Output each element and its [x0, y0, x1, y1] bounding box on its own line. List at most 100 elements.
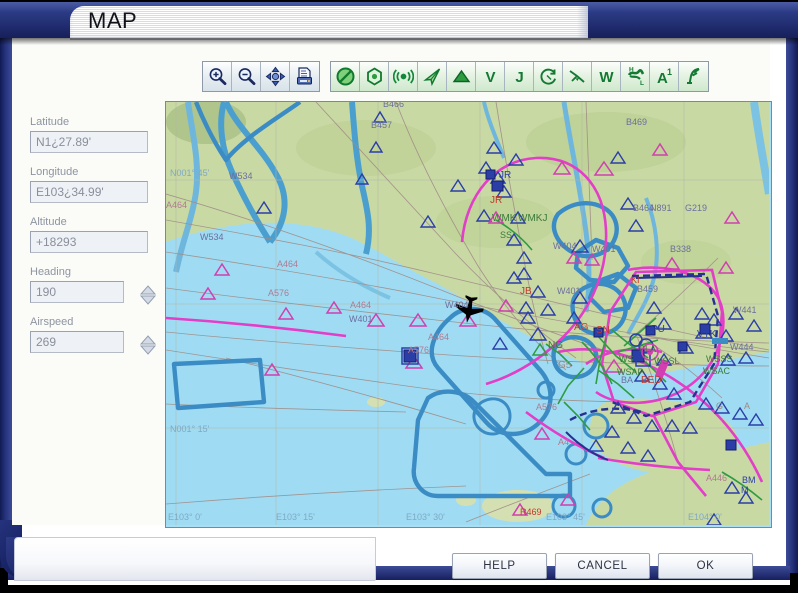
toolbar-group-navigation: [202, 61, 320, 92]
title-bar-right: [588, 2, 798, 38]
ndb-button[interactable]: [389, 62, 418, 91]
lon-label-1: E103° 0': [168, 512, 202, 522]
airway-icon: [422, 68, 440, 87]
wind-barb-button[interactable]: [679, 62, 708, 91]
map-label: G5: [558, 360, 572, 371]
toolbar-group-layers: V J W H L A 1: [330, 61, 709, 92]
map-toolbar: V J W H L A 1: [202, 60, 709, 93]
heading-stepper[interactable]: [138, 283, 158, 306]
wind-barb-icon: [687, 68, 700, 85]
map-label: A464: [166, 200, 187, 210]
pan-button[interactable]: [261, 62, 290, 91]
map-label: JR: [499, 170, 511, 181]
zoom-in-button[interactable]: [203, 62, 232, 91]
zoom-out-icon: [238, 68, 255, 85]
jetroute-letter-button[interactable]: J: [505, 62, 534, 91]
map-label: A464: [350, 300, 371, 310]
sector-button[interactable]: [534, 62, 563, 91]
pressure-hl-icon: H L: [627, 67, 644, 87]
cancel-button[interactable]: CANCEL: [555, 553, 650, 579]
flight-parameters-form: Latitude N1¿27.89' Longitude E103¿34.99'…: [30, 116, 158, 366]
altitude-label: Altitude: [30, 216, 67, 228]
map-label: WMKJ: [518, 213, 547, 224]
print-button[interactable]: [290, 62, 319, 91]
airspeed-label: Airspeed: [30, 316, 74, 328]
map-label: BA: [621, 375, 633, 385]
latitude-label: Latitude: [30, 116, 70, 128]
help-button[interactable]: HELP: [452, 553, 547, 579]
map-label: A576: [268, 288, 289, 298]
pan-icon: [265, 66, 285, 87]
field-heading: Heading 190: [30, 266, 158, 306]
map-label: W441: [733, 305, 757, 315]
map-canvas: W534 A464 W534 A464 A576 A464 W401 A464 A576 A576…: [166, 102, 769, 525]
heading-label: Heading: [30, 266, 71, 278]
airspeed-stepper[interactable]: [138, 333, 158, 356]
map-label: W404: [445, 300, 469, 310]
window-right-rail: [786, 28, 798, 573]
map-label: WSSL: [654, 356, 680, 366]
lon-label-5: E104° 0': [688, 512, 722, 522]
field-longitude: Longitude E103¿34.99': [30, 166, 158, 203]
chevron-down-icon: [139, 345, 157, 355]
longitude-label: Longitude: [30, 166, 79, 178]
front-button[interactable]: [563, 62, 592, 91]
heading-input[interactable]: 190: [30, 281, 124, 303]
airspeed-input[interactable]: 269: [30, 331, 124, 353]
map-label: PU: [651, 324, 665, 335]
obstacle-button[interactable]: [447, 62, 476, 91]
map-label: WSAC: [703, 366, 731, 376]
lat-label-bottom: N001° 15': [170, 424, 210, 434]
map-label: A464: [277, 259, 298, 269]
latitude-input[interactable]: N1¿27.89': [30, 131, 148, 153]
zoom-out-button[interactable]: [232, 62, 261, 91]
jetroute-letter-icon: J: [515, 69, 523, 86]
prohibited-area-button[interactable]: [331, 62, 360, 91]
sector-icon: [539, 68, 556, 85]
map-label: G: [716, 401, 723, 411]
title-bar-strip: [70, 6, 591, 40]
field-airspeed: Airspeed 269: [30, 316, 158, 356]
map-label: W444: [730, 342, 754, 352]
field-altitude: Altitude +18293: [30, 216, 158, 253]
navaid-vor-button[interactable]: [360, 62, 389, 91]
chevron-up-icon: [139, 284, 157, 294]
prohibited-area-icon: [336, 67, 354, 86]
pressure-hl-button[interactable]: H L: [621, 62, 650, 91]
ok-button[interactable]: OK: [658, 553, 753, 579]
map-label: R469: [520, 507, 542, 517]
map-label: SS: [500, 230, 512, 240]
map-label: W404: [553, 241, 577, 251]
vor-letter-icon: V: [485, 69, 495, 86]
longitude-input[interactable]: E103¿34.99': [30, 181, 148, 203]
map-label: G219: [685, 203, 707, 213]
obstacle-icon: [452, 69, 470, 83]
map-label: WS: [619, 354, 634, 364]
map-label: A576: [536, 402, 557, 412]
a1-label-icon: A 1: [657, 67, 672, 87]
map-label: KI: [631, 275, 640, 285]
a1-label-button[interactable]: A 1: [650, 62, 679, 91]
map-label: B469: [626, 117, 647, 127]
map-label: PLA: [639, 344, 656, 354]
dialog-button-row: HELP CANCEL OK: [452, 553, 753, 579]
chevron-up-icon: [139, 334, 157, 344]
map-label: W534: [200, 232, 224, 242]
lon-label-2: E103° 15': [276, 512, 315, 522]
svg-text:L: L: [640, 80, 644, 87]
vor-letter-button[interactable]: V: [476, 62, 505, 91]
airway-button[interactable]: [418, 62, 447, 91]
map-label: W401: [557, 286, 581, 296]
lat-label-top: N001° 45': [170, 168, 210, 178]
zoom-in-icon: [209, 68, 226, 85]
map-label: B338: [670, 244, 691, 254]
window-left-rail: [0, 28, 12, 568]
aeronautical-map[interactable]: W534 A464 W534 A464 A576 A464 W401 A464 A576 A576…: [165, 101, 772, 528]
map-label: M: [741, 485, 749, 495]
waypoint-letter-button[interactable]: W: [592, 62, 621, 91]
altitude-input[interactable]: +18293: [30, 231, 148, 253]
map-label: JB: [520, 286, 532, 297]
title-bar-shadow: [0, 38, 798, 45]
map-label: A576: [408, 345, 429, 355]
map-label: JR: [490, 195, 502, 206]
